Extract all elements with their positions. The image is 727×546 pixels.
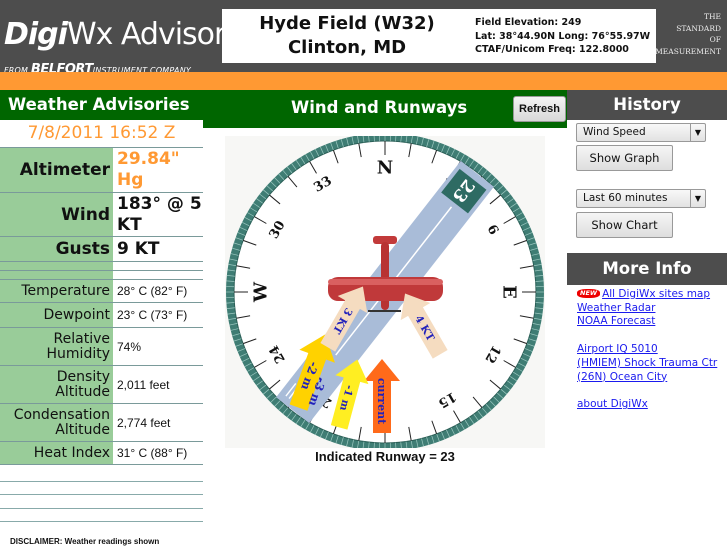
row-label: Gusts xyxy=(0,237,113,261)
show-graph-button[interactable]: Show Graph xyxy=(576,145,673,171)
compass-rose: NESW36121521243033 23 5 current-1 m-2 m-… xyxy=(225,136,545,448)
tagline-line: MEASUREMENT xyxy=(655,46,721,58)
observation-timestamp: 7/8/2011 16:52 Z xyxy=(0,120,203,146)
row-label: Relative Humidity xyxy=(0,328,113,365)
tagline-line: STANDARD xyxy=(655,23,721,35)
select-value: Last 60 minutes xyxy=(583,192,667,204)
field-elevation: Field Elevation: 249 xyxy=(475,16,650,30)
row-label: Wind xyxy=(0,193,113,236)
altimeter-value: 29.84" Hg xyxy=(113,148,203,192)
tagline-line: THE xyxy=(655,11,721,23)
accent-bar xyxy=(0,72,727,90)
link-about-digiwx[interactable]: about DigiWx xyxy=(577,398,717,412)
link-airport-iq[interactable]: Airport IQ 5010 xyxy=(577,343,717,357)
chevron-down-icon: ▼ xyxy=(690,124,705,141)
divider xyxy=(0,481,203,482)
link-noaa-forecast[interactable]: NOAA Forecast xyxy=(577,315,717,329)
row-label: Temperature xyxy=(0,280,113,302)
compass-panel: NESW36121521243033 23 5 current-1 m-2 m-… xyxy=(225,136,545,448)
more-info-links: NEWAll DigiWx sites map Weather Radar NO… xyxy=(577,288,717,412)
station-location: Clinton, MD xyxy=(232,36,462,60)
altimeter-row: Altimeter 29.84" Hg xyxy=(0,147,203,192)
ctaf-frequency: CTAF/Unicom Freq: 122.8000 xyxy=(475,43,650,57)
wind-value: 183° @ 5 KT xyxy=(113,193,203,236)
indicated-runway: Indicated Runway = 23 xyxy=(225,449,545,464)
link-text: All DigiWx sites map xyxy=(602,288,710,300)
divider xyxy=(0,521,203,522)
show-chart-button[interactable]: Show Chart xyxy=(576,212,673,238)
digiwx-logo[interactable]: DigiWx Advisor™ FROM BELFORTINSTRUMENT C… xyxy=(4,4,219,66)
density-altitude-row: Density Altitude 2,011 feet xyxy=(0,365,203,403)
tagline: THE STANDARD OF MEASUREMENT xyxy=(655,11,721,57)
divider xyxy=(0,494,203,495)
new-badge-icon: NEW xyxy=(577,289,600,298)
history-metric-select[interactable]: Wind Speed ▼ xyxy=(576,123,706,142)
dewpoint-row: Dewpoint 23° C (73° F) xyxy=(0,302,203,327)
cardinal-e: E xyxy=(499,285,520,299)
humidity-value: 74% xyxy=(113,328,203,365)
select-value: Wind Speed xyxy=(583,126,646,138)
dewpoint-value: 23° C (73° F) xyxy=(113,303,203,327)
wind-runways-title: Wind and Runways xyxy=(291,98,467,117)
blank-row xyxy=(0,261,203,270)
divider xyxy=(0,508,203,509)
logo-brand-bold: Digi xyxy=(4,17,67,52)
row-label: Density Altitude xyxy=(0,366,113,403)
weather-table: Altimeter 29.84" Hg Wind 183° @ 5 KT Gus… xyxy=(0,147,203,465)
gusts-row: Gusts 9 KT xyxy=(0,236,203,261)
temperature-value: 28° C (82° F) xyxy=(113,280,203,302)
row-label: Altimeter xyxy=(0,148,113,192)
station-info-box: Hyde Field (W32) Clinton, MD Field Eleva… xyxy=(222,9,656,63)
condensation-altitude-row: Condensation Altitude 2,774 feet xyxy=(0,403,203,441)
row-label: Condensation Altitude xyxy=(0,404,113,441)
row-label: Heat Index xyxy=(0,442,113,464)
station-name-line1: Hyde Field (W32) xyxy=(232,12,462,36)
site-header: DigiWx Advisor™ FROM BELFORTINSTRUMENT C… xyxy=(0,0,727,72)
density-altitude-value: 2,011 feet xyxy=(113,366,203,403)
refresh-button[interactable]: Refresh xyxy=(513,96,566,122)
cardinal-n: N xyxy=(377,157,393,178)
wind-row: Wind 183° @ 5 KT xyxy=(0,192,203,236)
humidity-row: Relative Humidity 74% xyxy=(0,327,203,365)
station-name: Hyde Field (W32) Clinton, MD xyxy=(232,12,462,60)
gusts-value: 9 KT xyxy=(113,237,203,261)
heat-index-row: Heat Index 31° C (88° F) xyxy=(0,441,203,465)
cardinal-w: W xyxy=(250,281,271,303)
station-details: Field Elevation: 249 Lat: 38°44.90N Long… xyxy=(475,16,650,57)
weather-advisories-heading: Weather Advisories xyxy=(0,90,203,120)
logo-brand-rest: Wx Advisor xyxy=(67,17,225,52)
more-info-heading: More Info xyxy=(567,253,727,285)
chevron-down-icon: ▼ xyxy=(690,190,705,207)
link-weather-radar[interactable]: Weather Radar xyxy=(577,302,717,316)
link-all-sites-map[interactable]: NEWAll DigiWx sites map xyxy=(577,288,717,302)
history-period-select[interactable]: Last 60 minutes ▼ xyxy=(576,189,706,208)
heat-index-value: 31° C (88° F) xyxy=(113,442,203,464)
blank-row xyxy=(0,270,203,279)
history-heading: History xyxy=(567,90,727,120)
temperature-row: Temperature 28° C (82° F) xyxy=(0,279,203,302)
link-shock-trauma[interactable]: (HMIEM) Shock Trauma Ctr xyxy=(577,357,717,371)
lat-long: Lat: 38°44.90N Long: 76°55.97W xyxy=(475,30,650,44)
row-label: Dewpoint xyxy=(0,303,113,327)
tagline-line: OF xyxy=(655,34,721,46)
wind-arrow-label: current xyxy=(375,378,388,425)
condensation-altitude-value: 2,774 feet xyxy=(113,404,203,441)
wind-runways-heading: Wind and Runways Refresh xyxy=(203,90,567,128)
link-ocean-city[interactable]: (26N) Ocean City xyxy=(577,371,717,385)
